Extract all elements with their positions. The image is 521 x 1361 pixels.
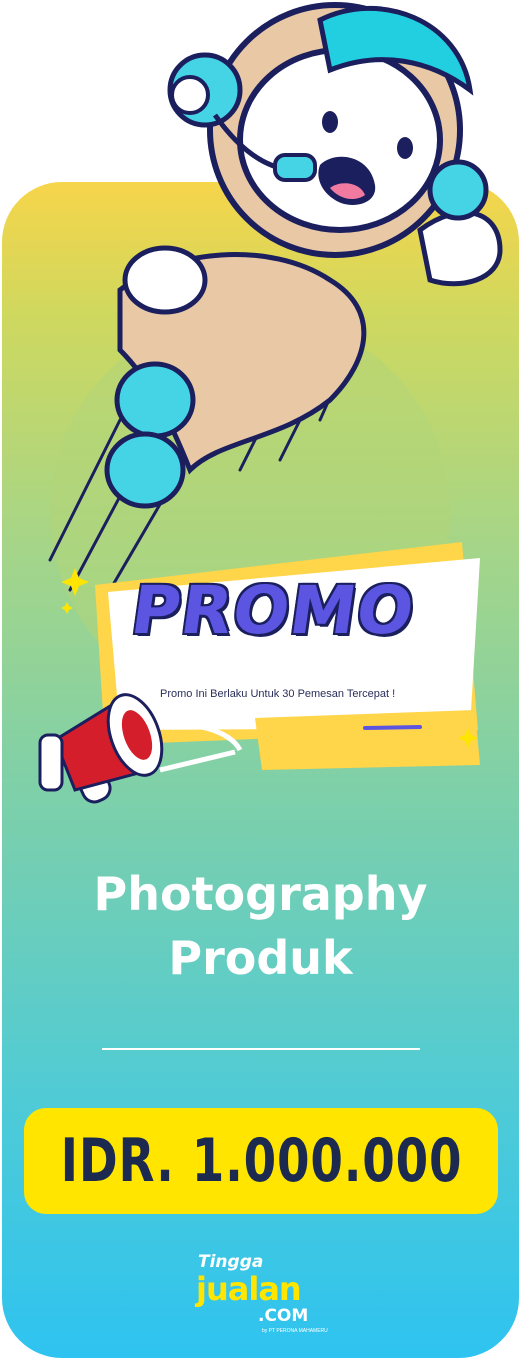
divider: [102, 1048, 420, 1050]
product-title: Photography Produk: [0, 862, 521, 990]
astronaut-illustration: [48, 2, 503, 592]
product-title-line2: Produk: [168, 931, 353, 985]
logo-line3: .COM: [258, 1306, 309, 1326]
logo-line2: jualan: [196, 1270, 302, 1308]
promo-subtitle: Promo Ini Berlaku Untuk 30 Pemesan Terce…: [160, 688, 396, 700]
product-title-line1: Photography: [93, 867, 428, 921]
price-badge: IDR. 1.000.000: [24, 1108, 498, 1214]
brand-logo: Tingga jualan .COM by PT PERONA MAHAMERU: [196, 1248, 336, 1348]
price-label: IDR. 1.000.000: [60, 1126, 462, 1196]
logo-tagline: by PT PERONA MAHAMERU: [262, 1328, 328, 1334]
logo-line1: Tingga: [198, 1252, 264, 1272]
promo-title: PROMO: [126, 572, 420, 649]
